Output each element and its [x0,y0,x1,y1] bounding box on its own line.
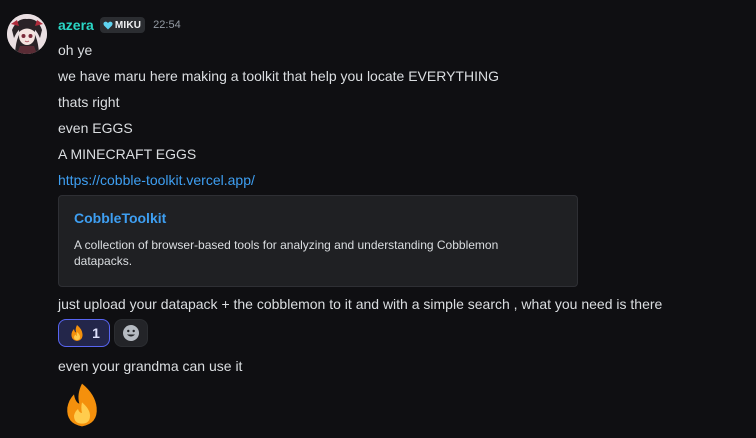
reactions-bar: 1 [58,319,748,347]
message-line: we have maru here making a toolkit that … [58,68,499,84]
embed-title[interactable]: CobbleToolkit [74,209,563,227]
message-line: thats right [58,94,120,110]
message-line: even EGGS [58,120,133,136]
link-line: https://cobble-toolkit.vercel.app/ [58,167,748,193]
heart-icon [103,21,113,29]
smiley-icon [123,325,139,341]
avatar[interactable] [7,14,47,54]
message-header: azera MIKU 22:54 [58,15,748,35]
guild-tag-label: MIKU [114,19,142,31]
message-content: azera MIKU 22:54 oh ye we have maru here… [58,15,748,429]
username[interactable]: azera [58,15,94,35]
embed-description: A collection of browser-based tools for … [74,238,499,268]
reaction-count: 1 [92,325,100,341]
message-link[interactable]: https://cobble-toolkit.vercel.app/ [58,172,255,188]
jumbo-fire-emoji[interactable] [58,381,106,429]
fire-emoji-icon [71,325,83,341]
message-line: even your grandma can use it [58,358,243,374]
reaction-fire[interactable]: 1 [58,319,110,347]
timestamp[interactable]: 22:54 [153,19,181,31]
fire-emoji-icon [67,383,97,427]
add-reaction-button[interactable] [114,319,148,347]
avatar-image [7,14,47,54]
guild-tag[interactable]: MIKU [99,17,146,33]
message-line: A MINECRAFT EGGS [58,146,197,162]
message-line: oh ye [58,42,93,58]
link-embed: CobbleToolkit A collection of browser-ba… [58,195,578,287]
chat-message-group: azera MIKU 22:54 oh ye we have maru here… [0,0,756,438]
message-line: just upload your datapack + the cobblemo… [58,296,663,312]
